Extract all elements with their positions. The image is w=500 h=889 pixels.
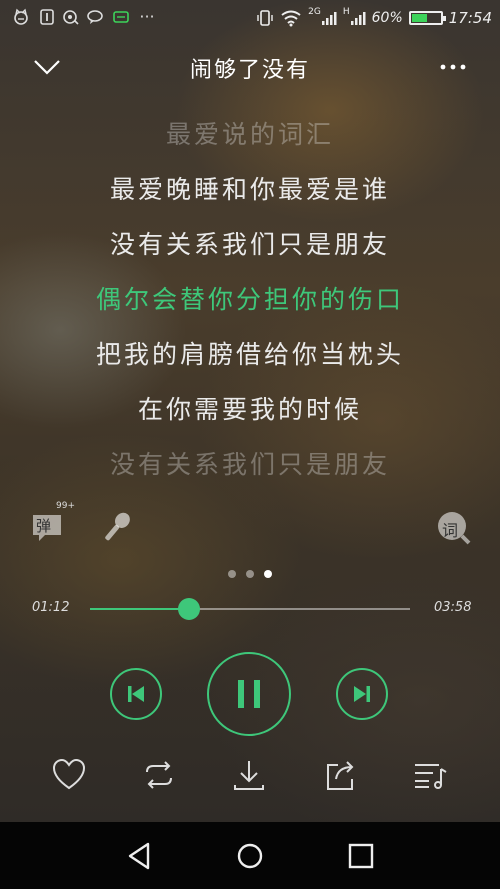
playlist-icon[interactable]: [412, 757, 448, 793]
network-type-label: 2G: [308, 7, 321, 17]
seek-bar[interactable]: [90, 598, 410, 620]
nav-recents-icon[interactable]: [345, 840, 377, 872]
page-dot-active[interactable]: [264, 570, 272, 578]
battery-icon: [408, 11, 446, 25]
wifi-icon: [281, 10, 301, 27]
page-dot[interactable]: [246, 570, 254, 578]
nav-back-icon[interactable]: [124, 840, 156, 872]
lyric-line: 没有关系我们只是朋友: [109, 230, 390, 259]
repeat-mode-icon[interactable]: [141, 757, 177, 793]
lyric-line-current: 偶尔会替你分担你的伤口: [95, 285, 404, 314]
player-header: 闹够了没有: [0, 36, 500, 96]
lyric-line: 在你需要我的时候: [137, 395, 362, 424]
battery-percent: 60%: [371, 10, 403, 26]
lyric-line: 最爱说的词汇: [165, 120, 334, 149]
lyrics-toggle-label: 词: [442, 521, 459, 540]
lyrics-toggle-button[interactable]: 词: [434, 508, 474, 548]
status-right-cluster: 2G H 60% 17:54: [256, 6, 492, 30]
favorite-heart-icon[interactable]: [51, 757, 87, 793]
signal-icon-2: [350, 12, 366, 25]
skip-next-icon: [354, 686, 370, 702]
sim-notification-icon: [40, 9, 54, 25]
share-icon[interactable]: [322, 757, 358, 793]
message-notification-icon: [87, 10, 103, 24]
download-icon[interactable]: [231, 757, 267, 793]
skip-previous-icon: [128, 686, 144, 702]
microphone-icon[interactable]: [96, 508, 136, 548]
page-dot[interactable]: [228, 570, 236, 578]
total-time: 03:58: [434, 600, 472, 615]
danmu-count-badge: 99+: [56, 501, 75, 511]
cat-app-icon: [14, 8, 28, 25]
qq-notification-icon: [63, 10, 79, 25]
network-type-label-2: H: [342, 7, 350, 17]
lyric-line: 没有关系我们只是朋友: [109, 450, 390, 479]
status-bar: ··· 2G H 60% 17:54: [0, 0, 500, 36]
lyrics-panel[interactable]: 最爱说的词汇 最爱晚睡和你最爱是谁 没有关系我们只是朋友 偶尔会替你分担你的伤口…: [0, 112, 500, 497]
danmu-button[interactable]: 弹 99+: [30, 501, 75, 547]
song-title: 闹够了没有: [189, 58, 310, 83]
previous-button[interactable]: [110, 668, 162, 720]
current-time: 01:12: [32, 600, 70, 615]
pause-icon: [238, 680, 260, 708]
more-options-icon[interactable]: [436, 50, 470, 84]
seek-bar-played: [90, 608, 190, 610]
wechat-notification-icon: [113, 11, 129, 23]
next-button[interactable]: [336, 668, 388, 720]
lyric-line: 把我的肩膀借给你当枕头: [95, 340, 404, 369]
more-notifications-icon: ···: [139, 7, 155, 26]
page-indicator: [0, 570, 500, 578]
clock: 17:54: [448, 9, 492, 27]
danmu-label: 弹: [36, 517, 52, 535]
pause-button[interactable]: [207, 652, 291, 736]
nav-home-icon[interactable]: [234, 840, 266, 872]
lyric-line: 最爱晚睡和你最爱是谁: [109, 175, 390, 204]
vibrate-icon: [257, 10, 273, 26]
system-navigation-bar: [0, 822, 500, 889]
signal-icon: [321, 12, 337, 25]
